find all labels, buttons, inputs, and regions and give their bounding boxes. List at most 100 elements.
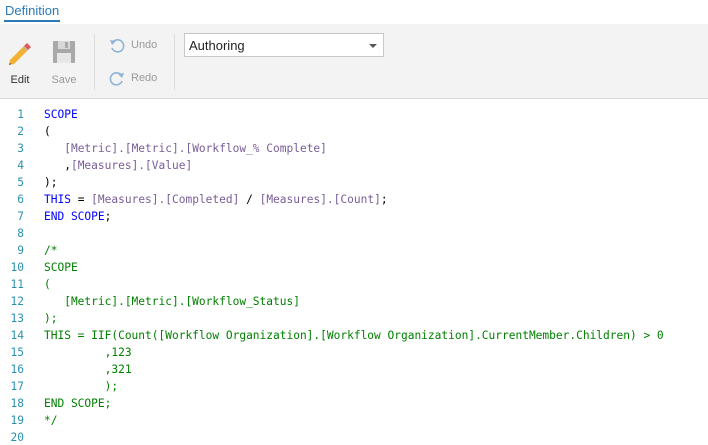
save-label: Save bbox=[51, 74, 77, 86]
code-text: /* bbox=[44, 242, 57, 259]
code-text: [Metric].[Metric].[Workflow_Status] bbox=[44, 293, 300, 310]
line-number: 18 bbox=[10, 397, 24, 410]
code-line[interactable]: 6 THIS = [Measures].[Completed] / [Measur… bbox=[0, 191, 708, 208]
edit-button[interactable]: Edit bbox=[2, 26, 38, 92]
code-token: = bbox=[70, 193, 92, 206]
undo-button[interactable]: Undo bbox=[109, 36, 169, 56]
code-token: */ bbox=[44, 414, 58, 427]
code-line[interactable]: 8 bbox=[0, 225, 708, 242]
toolbar-separator bbox=[94, 34, 95, 90]
code-text: SCOPE bbox=[44, 106, 78, 123]
line-number: 17 bbox=[10, 380, 24, 393]
code-token: ; bbox=[380, 193, 388, 206]
code-line[interactable]: 13); bbox=[0, 310, 708, 327]
save-button[interactable]: Save bbox=[46, 26, 82, 92]
redo-button[interactable]: Redo bbox=[109, 69, 169, 89]
line-number: 8 bbox=[17, 227, 24, 240]
code-line[interactable]: 9 /* bbox=[0, 242, 708, 259]
code-token: SCOPE bbox=[44, 261, 78, 274]
tab-bar: Definition bbox=[0, 0, 708, 24]
code-line[interactable]: 19 */ bbox=[0, 412, 708, 429]
code-line[interactable]: 11 ( bbox=[0, 276, 708, 293]
code-text: ); bbox=[44, 378, 118, 395]
code-token: [Measures].[Completed] bbox=[91, 193, 240, 206]
code-text: ); bbox=[44, 310, 57, 327]
code-line[interactable]: 16 ,321 bbox=[0, 361, 708, 378]
code-line[interactable]: 14 THIS = IIF(Count([Workflow Organizatio… bbox=[0, 327, 708, 344]
line-number: 20 bbox=[10, 431, 24, 444]
code-token: ); bbox=[44, 176, 58, 189]
line-number: 5 bbox=[17, 176, 24, 189]
line-number: 11 bbox=[10, 278, 24, 291]
line-number: 13 bbox=[10, 312, 24, 325]
code-token: ,123 bbox=[44, 346, 132, 359]
code-token: ); bbox=[44, 380, 119, 393]
code-line[interactable]: 1 SCOPE bbox=[0, 106, 708, 123]
line-number: 12 bbox=[10, 295, 24, 308]
code-token: THIS bbox=[44, 193, 71, 206]
line-number: 7 bbox=[17, 210, 24, 223]
code-line[interactable]: 20 bbox=[0, 429, 708, 445]
code-token: [Metric].[Metric].[Workflow_Status] bbox=[44, 295, 300, 308]
code-text: THIS = IIF(Count([Workflow Organization]… bbox=[44, 327, 664, 344]
code-line[interactable]: 3 [Metric].[Metric].[Workflow_% Complete… bbox=[0, 140, 708, 157]
code-line[interactable]: 15 ,123 bbox=[0, 344, 708, 361]
code-text: SCOPE bbox=[44, 259, 78, 276]
code-token: ); bbox=[44, 312, 58, 325]
code-line[interactable]: 4 ,[Measures].[Value] bbox=[0, 157, 708, 174]
code-text: THIS = [Measures].[Completed] / [Measure… bbox=[44, 191, 388, 208]
code-line[interactable]: 18 END SCOPE; bbox=[0, 395, 708, 412]
code-token: END SCOPE; bbox=[44, 397, 112, 410]
code-token: [Measures].[Count] bbox=[259, 193, 381, 206]
code-text: [Metric].[Metric].[Workflow_% Complete] bbox=[44, 140, 327, 157]
code-text: END SCOPE; bbox=[44, 208, 111, 225]
code-text: */ bbox=[44, 412, 57, 429]
redo-arrow-icon bbox=[109, 72, 124, 86]
code-line[interactable]: 10 SCOPE bbox=[0, 259, 708, 276]
code-text: ,[Measures].[Value] bbox=[44, 157, 192, 174]
code-text: END SCOPE; bbox=[44, 395, 111, 412]
undo-arrow-icon bbox=[110, 39, 125, 53]
code-editor[interactable]: 1 SCOPE 2(3 [Metric].[Metric].[Workflow_% … bbox=[0, 100, 708, 445]
code-text: ,321 bbox=[44, 361, 132, 378]
code-token: , bbox=[44, 159, 71, 172]
code-text: ( bbox=[44, 123, 51, 140]
code-text: ,123 bbox=[44, 344, 132, 361]
line-number: 10 bbox=[10, 261, 24, 274]
mode-dropdown[interactable]: Authoring bbox=[184, 33, 384, 57]
edit-label: Edit bbox=[10, 74, 30, 86]
code-line[interactable]: 7 END SCOPE; bbox=[0, 208, 708, 225]
mode-dropdown-value: Authoring bbox=[189, 38, 245, 53]
line-number: 19 bbox=[10, 414, 24, 427]
code-line[interactable]: 2( bbox=[0, 123, 708, 140]
undo-label: Undo bbox=[131, 39, 158, 51]
line-number: 3 bbox=[17, 142, 24, 155]
code-token: THIS = IIF(Count([Workflow Organization]… bbox=[44, 329, 664, 342]
line-number: 2 bbox=[17, 125, 24, 138]
line-number: 15 bbox=[10, 346, 24, 359]
code-token: [Measures].[Value] bbox=[70, 159, 193, 172]
code-token: SCOPE bbox=[44, 108, 78, 121]
line-number: 6 bbox=[17, 193, 24, 206]
code-line[interactable]: 12 [Metric].[Metric].[Workflow_Status] bbox=[0, 293, 708, 310]
code-line[interactable]: 5); bbox=[0, 174, 708, 191]
code-token: ( bbox=[44, 278, 51, 291]
code-text: ); bbox=[44, 174, 57, 191]
tab-definition[interactable]: Definition bbox=[4, 2, 61, 22]
toolbar-separator bbox=[174, 34, 175, 90]
code-token: ; bbox=[104, 210, 112, 223]
code-token: END SCOPE bbox=[44, 210, 105, 223]
code-line[interactable]: 17 ); bbox=[0, 378, 708, 395]
pencil-icon bbox=[9, 43, 31, 65]
line-number: 1 bbox=[17, 108, 24, 121]
line-number: 9 bbox=[17, 244, 24, 257]
code-token: / bbox=[239, 193, 260, 206]
chevron-down-icon bbox=[369, 44, 377, 48]
code-token: ,321 bbox=[44, 363, 132, 376]
line-number: 14 bbox=[10, 329, 24, 342]
code-token: ( bbox=[44, 125, 51, 138]
line-number: 16 bbox=[10, 363, 24, 376]
code-token: [Metric].[Metric].[Workflow_% Complete] bbox=[64, 142, 327, 155]
code-text: ( bbox=[44, 276, 51, 293]
